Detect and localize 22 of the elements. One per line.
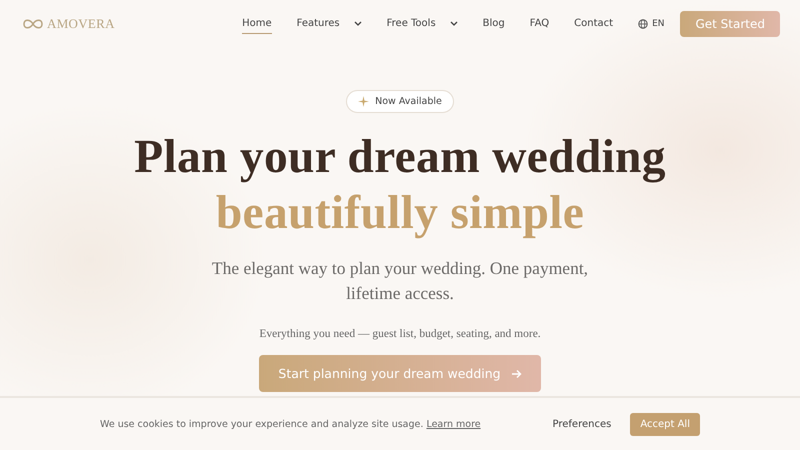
logo-text: AMOVERA xyxy=(47,16,115,32)
arrow-right-icon xyxy=(510,368,522,378)
globe-icon xyxy=(638,18,648,28)
preferences-button[interactable]: Preferences xyxy=(548,414,616,434)
hero-title-accent: beautifully simple xyxy=(216,186,584,241)
learn-more-link[interactable]: Learn more xyxy=(426,418,481,430)
sparkle-icon xyxy=(358,96,370,107)
nav-link[interactable]: Free Tools xyxy=(386,14,458,34)
infinity-logo-icon xyxy=(22,18,44,30)
nav-link[interactable]: Contact xyxy=(574,14,614,34)
caret-icon xyxy=(450,20,458,26)
language-selector[interactable]: EN xyxy=(638,18,664,28)
nav-link[interactable]: Features xyxy=(296,14,362,34)
nav-link[interactable]: FAQ xyxy=(530,14,550,34)
hero-note: Everything you need — guest list, budget, seating, and more. xyxy=(259,328,541,340)
badge-text: Now Available xyxy=(375,96,442,107)
hero-subtitle: The elegant way to plan your wedding. One payment, lifetime access. xyxy=(210,257,590,305)
caret-icon xyxy=(354,20,362,26)
nav-link[interactable]: Blog xyxy=(482,14,505,34)
hero-title: Plan your dream wedding xyxy=(134,130,666,185)
cookie-text: We use cookies to improve your experience and analyze site usage. Learn more xyxy=(100,418,481,430)
nav-link[interactable]: Home xyxy=(242,14,272,34)
